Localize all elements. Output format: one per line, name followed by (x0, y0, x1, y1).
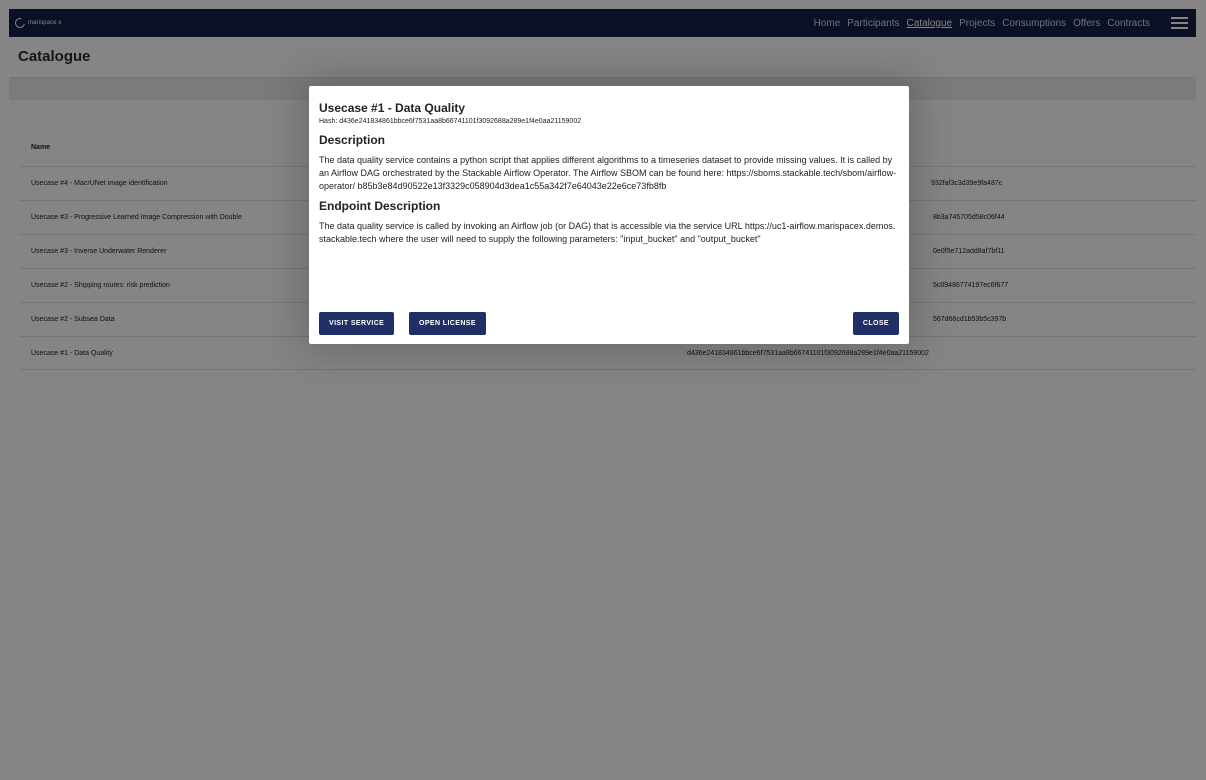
endpoint-description-text: The data quality service is called by in… (319, 221, 896, 244)
close-button[interactable]: CLOSE (852, 312, 899, 335)
description-heading: Description (319, 133, 386, 147)
dialog-actions: VISIT SERVICE OPEN LICENSE CLOSE (319, 312, 899, 335)
open-license-button[interactable]: OPEN LICENSE (409, 312, 486, 335)
endpoint-description-heading: Endpoint Description (319, 199, 441, 213)
dialog-hash: Hash: d436e241834861bbce6f7531aa8b667411… (319, 118, 582, 125)
dialog-title: Usecase #1 - Data Quality (319, 101, 466, 115)
usecase-detail-dialog: Usecase #1 - Data Quality Hash: d436e241… (309, 86, 909, 344)
description-text: The data quality service contains a pyth… (319, 155, 897, 191)
visit-service-button[interactable]: VISIT SERVICE (319, 312, 395, 335)
